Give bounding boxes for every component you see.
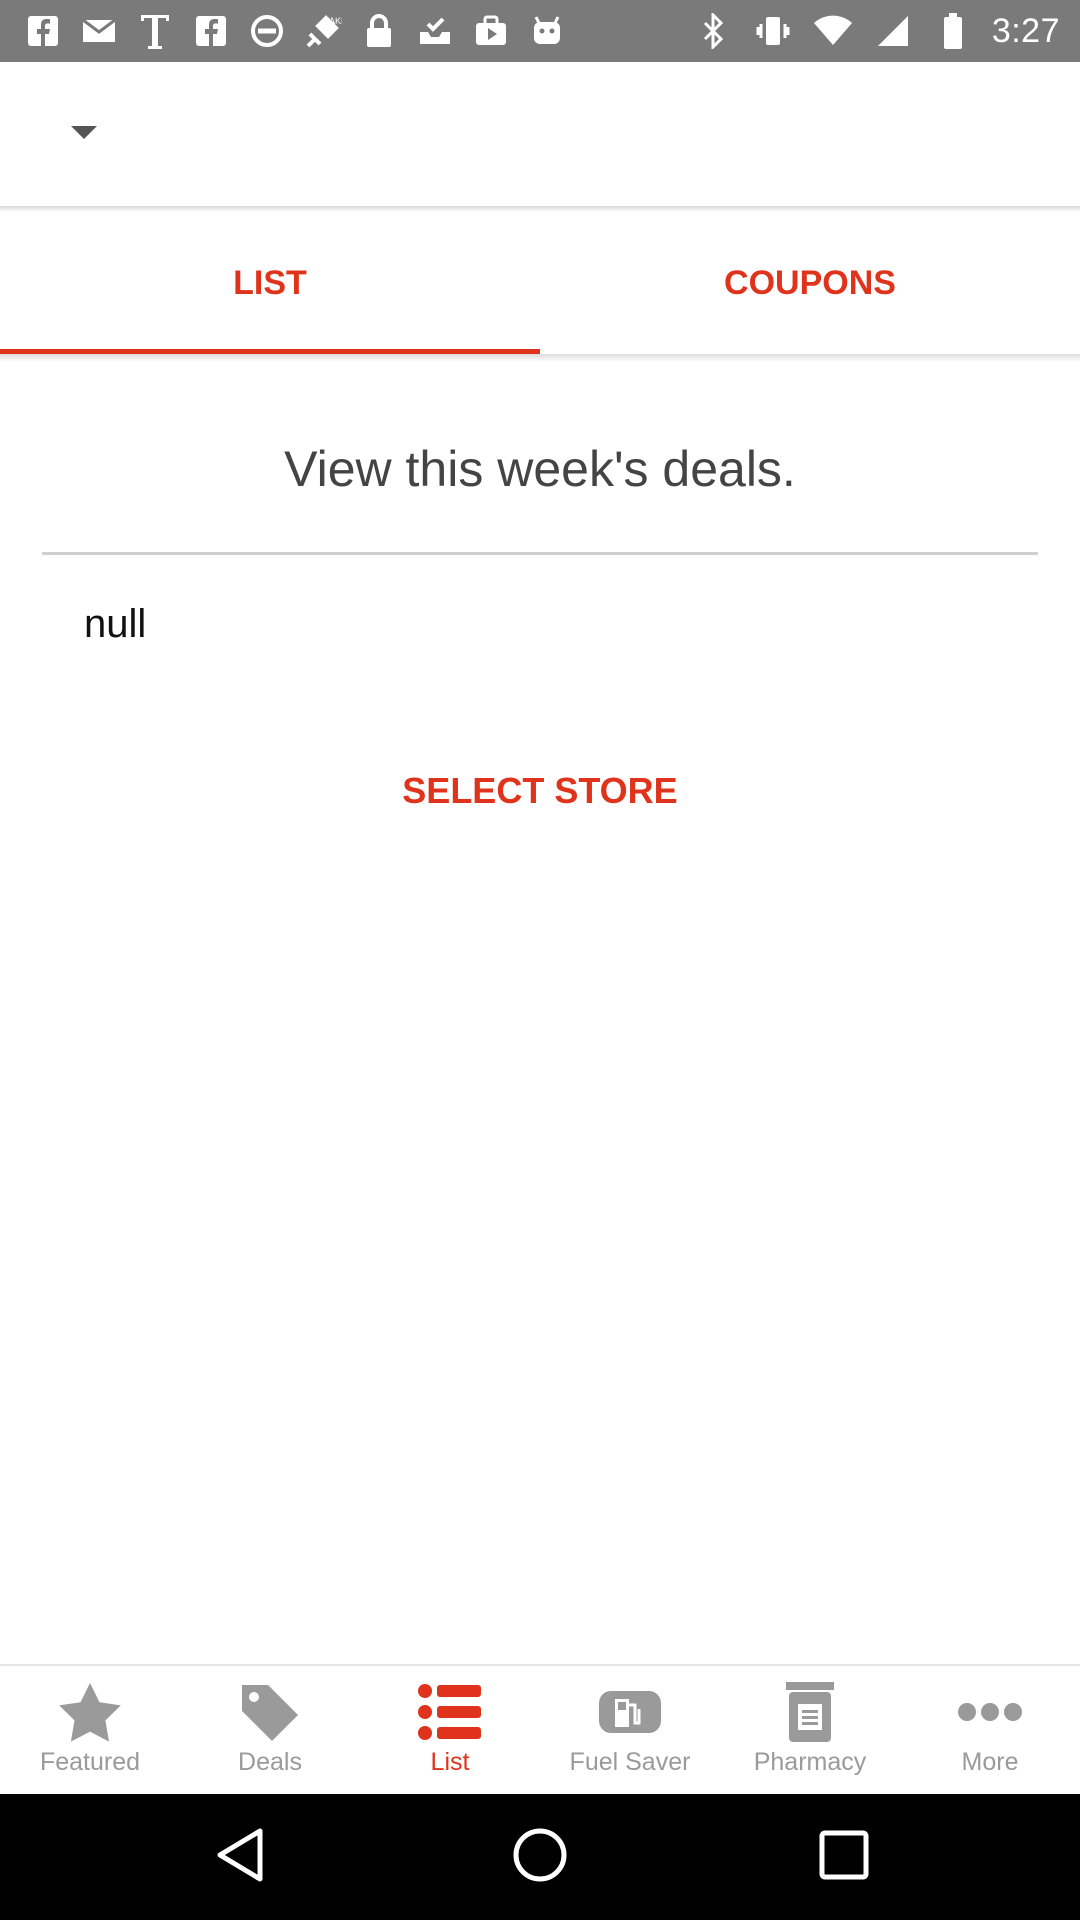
nav-item-list[interactable]: List: [360, 1666, 540, 1796]
more-icon: [950, 1680, 1030, 1744]
fake-gps-icon: FAKE: [302, 10, 344, 52]
app-bar: [0, 62, 1080, 208]
select-store-button[interactable]: SELECT STORE: [0, 770, 1080, 812]
status-bar: FAKE 3:27: [0, 0, 1080, 62]
lock-icon: [358, 10, 400, 52]
notification-icons: FAKE: [22, 10, 568, 52]
wifi-icon: [812, 10, 854, 52]
nav-item-deals[interactable]: Deals: [180, 1666, 360, 1796]
android-icon: [526, 10, 568, 52]
caret-down-icon: [69, 124, 99, 145]
text-icon: [134, 10, 176, 52]
nav-label: Fuel Saver: [569, 1748, 691, 1776]
vibrate-icon: [752, 10, 794, 52]
nav-item-more[interactable]: More: [900, 1666, 1080, 1796]
recents-square-icon: [817, 1828, 871, 1887]
tab-list[interactable]: LIST: [0, 212, 540, 354]
home-button[interactable]: [510, 1827, 570, 1887]
system-status-icons: 3:27: [692, 10, 1060, 52]
star-icon: [50, 1680, 130, 1744]
list-icon: [410, 1680, 490, 1744]
blocked-icon: [246, 10, 288, 52]
facebook-icon: [190, 10, 232, 52]
briefcase-icon: [470, 10, 512, 52]
fuel-icon: [590, 1680, 670, 1744]
nav-item-fuel-saver[interactable]: Fuel Saver: [540, 1666, 720, 1796]
nav-label: Pharmacy: [753, 1748, 867, 1776]
nav-label: Deals: [238, 1748, 302, 1776]
nav-label: List: [430, 1748, 470, 1776]
tab-coupons[interactable]: COUPONS: [540, 212, 1080, 354]
pharmacy-icon: [770, 1680, 850, 1744]
nav-label: More: [961, 1748, 1019, 1776]
back-triangle-icon: [212, 1825, 268, 1890]
nav-item-pharmacy[interactable]: Pharmacy: [720, 1666, 900, 1796]
bluetooth-icon: [692, 10, 734, 52]
mail-icon: [78, 10, 120, 52]
svg-text:FAKE: FAKE: [324, 16, 342, 26]
tag-icon: [230, 1680, 310, 1744]
home-circle-icon: [510, 1825, 570, 1890]
signal-icon: [872, 10, 914, 52]
back-button[interactable]: [210, 1827, 270, 1887]
nav-item-featured[interactable]: Featured: [0, 1666, 180, 1796]
status-time: 3:27: [991, 11, 1060, 50]
tab-bar: LIST COUPONS: [0, 212, 1080, 354]
tab-bar-shadow: [0, 354, 1080, 362]
facebook-icon: [22, 10, 64, 52]
store-dropdown-button[interactable]: [60, 110, 108, 158]
store-name-text: null: [84, 602, 147, 646]
battery-icon: [932, 10, 974, 52]
nav-label: Featured: [39, 1748, 141, 1776]
inbox-check-icon: [414, 10, 456, 52]
recents-button[interactable]: [814, 1827, 874, 1887]
bottom-navigation: Featured Deals List Fuel Saver Pharmacy …: [0, 1664, 1080, 1796]
system-navigation-bar: [0, 1794, 1080, 1920]
divider: [42, 552, 1038, 555]
deals-headline: View this week's deals.: [284, 441, 796, 497]
